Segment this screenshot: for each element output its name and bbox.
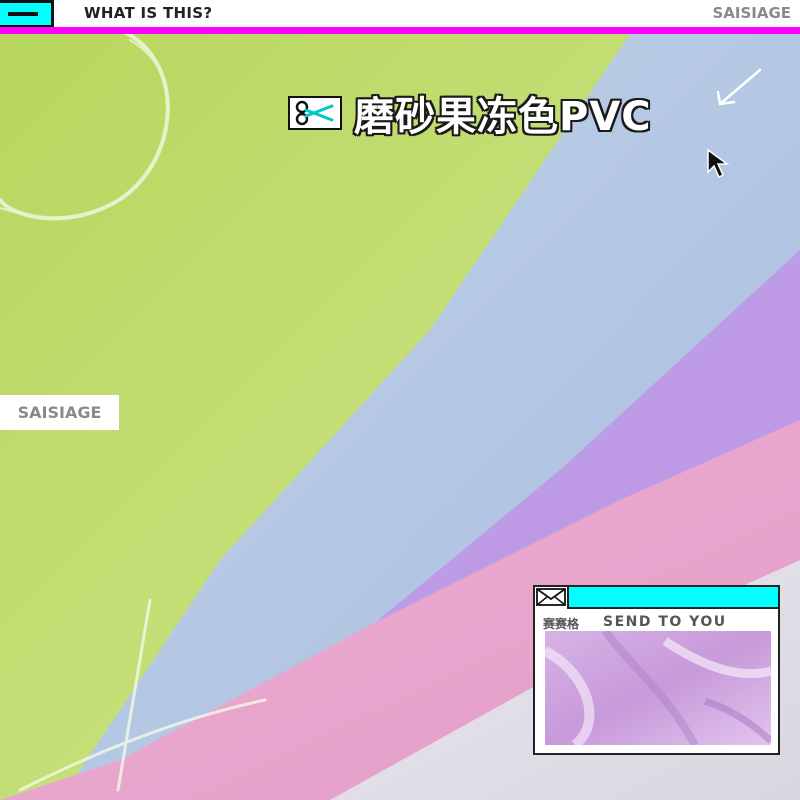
side-brand-tag: SAISIAGE — [0, 395, 119, 430]
top-bar-question: WHAT IS THIS? — [84, 4, 213, 22]
envelope-icon — [535, 587, 569, 609]
headline-title: 磨砂果冻色PVC — [354, 94, 652, 140]
card-header — [535, 587, 778, 609]
card-brand: 赛赛格 — [543, 617, 580, 631]
magenta-stripe — [0, 27, 800, 34]
minimize-icon — [8, 12, 38, 16]
window-minimize-button[interactable] — [0, 0, 54, 28]
scissors-icon — [288, 96, 342, 130]
purple-satin-photo — [545, 631, 771, 745]
send-to-you-card: 赛赛格 SEND TO YOU — [533, 585, 780, 755]
top-bar: WHAT IS THIS? SAISIAGE — [0, 0, 800, 28]
headline: 磨砂果冻色PVC — [288, 90, 652, 140]
top-bar-brand: SAISIAGE — [712, 4, 791, 22]
arrow-icon — [716, 68, 762, 106]
card-title: SEND TO YOU — [603, 614, 727, 630]
mouse-cursor-icon — [707, 148, 730, 179]
